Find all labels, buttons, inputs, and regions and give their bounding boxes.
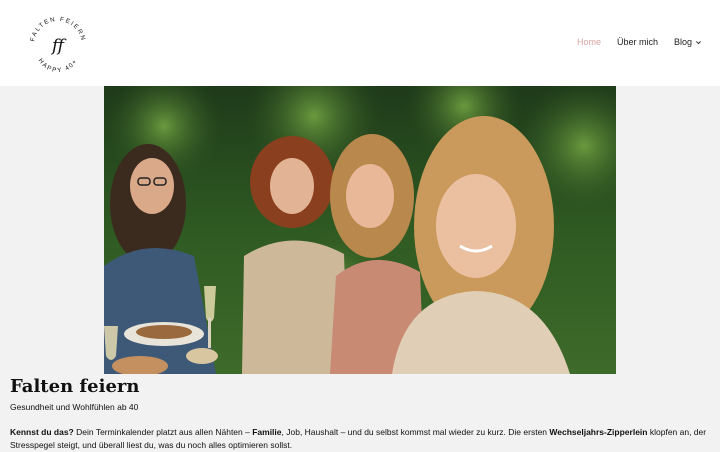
site-header: FALTEN FEIERN HAPPY 40+ ff Home Über mic… bbox=[0, 0, 720, 86]
svg-text:HAPPY 40+: HAPPY 40+ bbox=[37, 57, 80, 74]
main-nav: Home Über mich Blog bbox=[577, 37, 702, 47]
chevron-down-icon bbox=[696, 40, 701, 44]
main-content: Falten feiern Gesundheit und Wohlfühlen … bbox=[10, 376, 710, 452]
nav-item-blog-label: Blog bbox=[673, 37, 692, 47]
intro-paragraph: Kennst du das? Dein Terminkalender platz… bbox=[10, 426, 710, 452]
logo-bottom-text: HAPPY 40+ bbox=[37, 57, 78, 74]
nav-item-blog[interactable]: Blog bbox=[674, 37, 702, 47]
falten-feiern-logo[interactable]: FALTEN FEIERN HAPPY 40+ ff bbox=[25, 12, 91, 78]
hero-image bbox=[104, 86, 616, 374]
logo-monogram: ff bbox=[50, 36, 67, 56]
intro-lead: Kennst du das? bbox=[10, 427, 74, 437]
page-subtitle: Gesundheit und Wohlfühlen ab 40 bbox=[10, 402, 139, 412]
intro-bold-family: Familie bbox=[252, 427, 282, 437]
page-title: Falten feiern bbox=[10, 376, 140, 397]
intro-text-1: Dein Terminkalender platzt aus allen Näh… bbox=[73, 427, 253, 437]
nav-item-home[interactable]: Home bbox=[577, 37, 601, 47]
nav-item-about[interactable]: Über mich bbox=[617, 37, 658, 47]
intro-bold-menopause: Wechseljahrs-Zipperlein bbox=[549, 427, 648, 437]
intro-text-2: , Job, Haushalt – und du selbst kommst m… bbox=[281, 427, 550, 437]
